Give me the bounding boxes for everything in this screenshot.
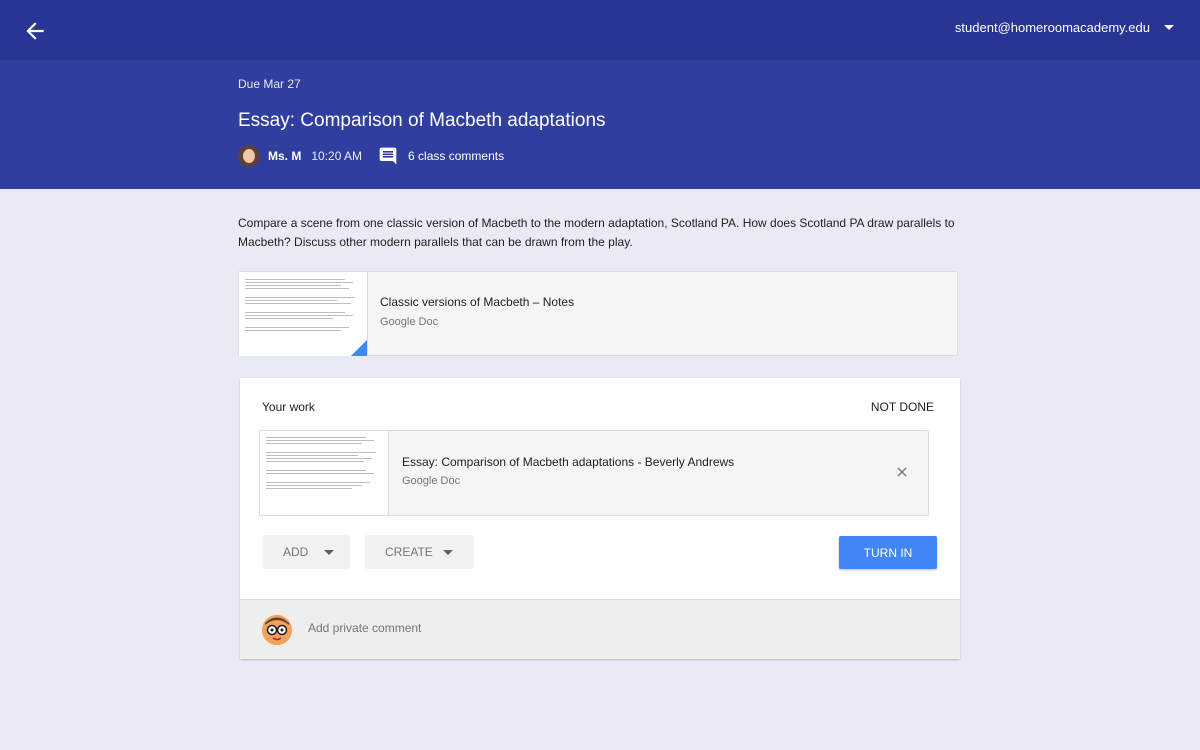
assignment-description: Compare a scene from one classic version… <box>238 216 955 249</box>
create-button-label: CREATE <box>385 545 433 559</box>
your-work-label: Your work <box>262 400 315 414</box>
doc-thumbnail <box>239 272 368 356</box>
caret-down-icon <box>1164 25 1174 30</box>
account-menu[interactable]: student@homeroomacademy.edu <box>955 20 1174 35</box>
add-button-label: ADD <box>283 545 309 559</box>
turn-in-button[interactable]: TURN IN <box>839 536 937 569</box>
account-email: student@homeroomacademy.edu <box>954 20 1150 35</box>
google-doc-corner-icon <box>351 340 367 356</box>
caret-down-icon <box>443 549 453 555</box>
assignment-title: Essay: Comparison of Macbeth adaptations <box>238 110 606 131</box>
assignment-meta: Ms. M 10:20 AM 6 class comments <box>238 145 504 167</box>
caret-down-icon <box>324 549 334 555</box>
student-avatar <box>262 615 292 645</box>
teacher-name: Ms. M <box>268 149 302 163</box>
material-title: Classic versions of Macbeth – Notes <box>380 295 575 309</box>
posted-time: 10:20 AM <box>311 149 363 163</box>
work-status-badge: NOT DONE <box>870 400 934 414</box>
material-type: Google Doc <box>380 316 439 328</box>
close-icon[interactable] <box>894 464 910 480</box>
add-button[interactable]: ADD <box>263 535 350 569</box>
doc-thumbnail <box>260 431 389 515</box>
submitted-file-type: Google Doc <box>402 475 461 487</box>
class-comments-link[interactable]: 6 class comments <box>408 149 504 163</box>
due-date: Due Mar 27 <box>238 77 301 91</box>
create-button[interactable]: CREATE <box>365 535 474 569</box>
submitted-file-card[interactable]: Essay: Comparison of Macbeth adaptations… <box>259 430 929 516</box>
top-app-bar: student@homeroomacademy.edu <box>0 0 1200 60</box>
private-comment-row <box>240 599 960 659</box>
your-work-card: Your work NOT DONE Essay: Comparison of … <box>240 378 960 659</box>
submitted-file-title: Essay: Comparison of Macbeth adaptations… <box>402 455 735 469</box>
private-comment-input[interactable] <box>306 620 910 636</box>
comment-icon[interactable] <box>378 146 398 166</box>
arrow-left-icon[interactable] <box>22 18 48 44</box>
teacher-avatar <box>238 145 260 167</box>
assignment-header: Due Mar 27 Essay: Comparison of Macbeth … <box>0 60 1200 189</box>
material-attachment-card[interactable]: Classic versions of Macbeth – Notes Goog… <box>238 271 958 356</box>
